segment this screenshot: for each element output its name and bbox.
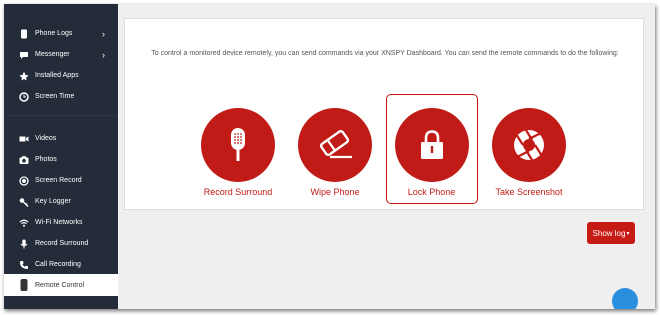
- sidebar-item-screen-time[interactable]: Screen Time: [4, 86, 118, 107]
- remote-icon: [19, 279, 29, 291]
- chevron-right-icon: ›: [102, 49, 105, 60]
- sidebar-item-messenger[interactable]: Messenger ›: [4, 44, 118, 65]
- camera-icon: [19, 155, 29, 165]
- remote-control-card: To control a monitored device remotely, …: [124, 18, 644, 210]
- show-log-button[interactable]: Show log ▾: [587, 222, 635, 244]
- microphone-icon: [231, 128, 245, 161]
- chat-icon: [19, 50, 29, 60]
- sidebar-item-label: Phone Logs: [35, 30, 73, 37]
- sidebar-item-label: Videos: [35, 135, 57, 142]
- sidebar-item-record-surround[interactable]: Record Surround: [4, 233, 118, 254]
- phone-icon: [19, 260, 29, 270]
- wifi-icon: [19, 218, 29, 228]
- lock-phone-command[interactable]: Lock Phone: [386, 94, 478, 204]
- intro-text: To control a monitored device remotely, …: [151, 50, 619, 57]
- wipe-phone-label: Wipe Phone: [310, 187, 360, 197]
- chat-widget-button[interactable]: [612, 288, 638, 309]
- aperture-icon: [514, 129, 544, 161]
- show-log-label: Show log: [592, 228, 626, 238]
- sidebar-divider: [4, 115, 118, 116]
- lock-phone-button[interactable]: [394, 107, 469, 182]
- clock-icon: [19, 91, 29, 102]
- sidebar: Phone Logs › Messenger › Installed Apps …: [4, 4, 118, 309]
- sidebar-item-label: Messenger: [35, 51, 70, 58]
- wipe-phone-button[interactable]: [298, 108, 372, 182]
- sidebar-item-remote-control[interactable]: Remote Control: [4, 274, 118, 296]
- chevron-right-icon: ›: [102, 28, 105, 39]
- sidebar-item-label: Screen Record: [35, 177, 82, 184]
- key-icon: [19, 197, 29, 207]
- sidebar-item-screen-record[interactable]: Screen Record: [4, 170, 118, 191]
- phone-icon: [19, 29, 29, 39]
- record-icon: [19, 175, 29, 186]
- sidebar-item-call-recording[interactable]: Call Recording: [4, 254, 118, 275]
- take-screenshot-button[interactable]: [492, 108, 566, 182]
- lock-phone-label: Lock Phone: [407, 186, 456, 197]
- sidebar-item-label: Photos: [35, 156, 57, 163]
- record-surround-command[interactable]: Record Surround: [192, 94, 284, 204]
- take-screenshot-label: Take Screenshot: [495, 187, 563, 197]
- wipe-phone-command[interactable]: Wipe Phone: [289, 94, 381, 204]
- eraser-icon: [319, 130, 352, 159]
- sidebar-item-photos[interactable]: Photos: [4, 149, 118, 170]
- sidebar-item-label: Remote Control: [35, 281, 85, 289]
- lock-icon: [420, 129, 443, 159]
- sidebar-item-label: Installed Apps: [35, 72, 79, 79]
- sidebar-item-key-logger[interactable]: Key Logger: [4, 191, 118, 212]
- sidebar-item-phone-logs[interactable]: Phone Logs ›: [4, 23, 118, 44]
- video-icon: [19, 134, 29, 144]
- sidebar-item-installed-apps[interactable]: Installed Apps: [4, 65, 118, 86]
- sidebar-item-label: Key Logger: [35, 198, 71, 205]
- take-screenshot-command[interactable]: Take Screenshot: [483, 94, 575, 204]
- sidebar-item-label: Call Recording: [35, 261, 81, 268]
- app-window: Phone Logs › Messenger › Installed Apps …: [4, 4, 655, 309]
- record-surround-button[interactable]: [201, 108, 275, 182]
- sidebar-item-wifi-networks[interactable]: Wi-Fi Networks: [4, 212, 118, 233]
- sidebar-item-label: Wi-Fi Networks: [35, 219, 83, 226]
- record-surround-label: Record Surround: [203, 187, 273, 197]
- sidebar-item-label: Screen Time: [35, 93, 75, 100]
- microphone-icon: [19, 239, 29, 249]
- sidebar-item-label: Record Surround: [35, 240, 89, 247]
- caret-down-icon: ▾: [626, 230, 630, 237]
- apps-icon: [19, 71, 29, 81]
- sidebar-item-videos[interactable]: Videos: [4, 128, 118, 149]
